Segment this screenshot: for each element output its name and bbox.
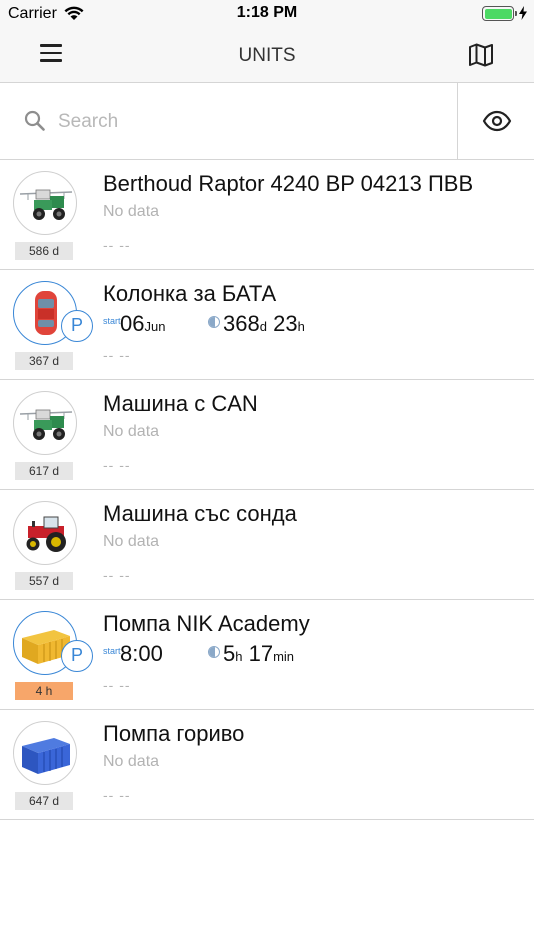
start-value: 06Jun bbox=[120, 311, 166, 336]
last-message-age-badge: 367 d bbox=[15, 352, 73, 370]
unit-name: Машина със сонда bbox=[103, 501, 297, 526]
unit-location: -- -- bbox=[103, 347, 131, 363]
search-icon bbox=[24, 110, 45, 131]
clock: 1:18 PM bbox=[236, 4, 298, 21]
unit-location: -- -- bbox=[103, 457, 131, 473]
start-label: start bbox=[103, 316, 121, 326]
unit-row[interactable]: 647 d Помпа гориво No data -- -- bbox=[0, 710, 534, 820]
status-bar: Carrier 1:18 PM bbox=[0, 0, 534, 28]
page-title: UNITS bbox=[238, 45, 296, 66]
duration-icon bbox=[208, 316, 220, 328]
unit-name: Колонка за БАТА bbox=[103, 281, 277, 306]
start-unit: Jun bbox=[144, 319, 166, 334]
unit-row[interactable]: P 367 d Колонка за БАТА start 06Jun 368d… bbox=[0, 270, 534, 380]
unit-name: Помпа гориво bbox=[103, 721, 245, 746]
battery-icon bbox=[482, 6, 514, 21]
unit-row[interactable]: 557 d Машина със сонда No data -- -- bbox=[0, 490, 534, 600]
unit-avatar: P bbox=[13, 611, 93, 675]
last-message-age-badge: 557 d bbox=[15, 572, 73, 590]
duration-value: 368d 23h bbox=[223, 311, 305, 336]
last-message-age-badge: 647 d bbox=[15, 792, 73, 810]
last-message-age-badge: 586 d bbox=[15, 242, 73, 260]
parking-badge: P bbox=[61, 310, 93, 342]
map-icon[interactable] bbox=[468, 42, 494, 68]
hamburger-menu-icon[interactable] bbox=[40, 44, 64, 66]
unit-avatar: P bbox=[13, 281, 93, 345]
navigation-bar: UNITS bbox=[0, 28, 534, 83]
unit-status: No data bbox=[103, 753, 160, 770]
start-label: start bbox=[103, 646, 121, 656]
container-blue-icon bbox=[22, 738, 70, 774]
unit-location: -- -- bbox=[103, 787, 131, 803]
tractor-icon bbox=[26, 516, 66, 552]
unit-name: Машина с CAN bbox=[103, 391, 258, 416]
unit-status: No data bbox=[103, 203, 160, 220]
start-value: 8:00 bbox=[120, 641, 163, 666]
parking-badge: P bbox=[61, 640, 93, 672]
sprayer-icon bbox=[19, 189, 73, 220]
charging-bolt-icon bbox=[519, 6, 527, 20]
unit-name: Помпа NIK Academy bbox=[103, 611, 310, 636]
visibility-toggle-button[interactable] bbox=[457, 83, 534, 159]
unit-avatar bbox=[13, 501, 77, 565]
battery-cap bbox=[515, 11, 517, 16]
unit-location: -- -- bbox=[103, 567, 131, 583]
eye-icon bbox=[482, 110, 512, 132]
unit-avatar bbox=[13, 171, 77, 235]
unit-row[interactable]: 617 d Машина с CAN No data -- -- bbox=[0, 380, 534, 490]
search-bar bbox=[0, 83, 534, 160]
unit-status: No data bbox=[103, 423, 160, 440]
duration-icon bbox=[208, 646, 220, 658]
unit-avatar bbox=[13, 721, 77, 785]
unit-status: No data bbox=[103, 533, 160, 550]
unit-row[interactable]: 586 d Berthoud Raptor 4240 BP 04213 ПВВ … bbox=[0, 160, 534, 270]
duration-value: 5h 17min bbox=[223, 641, 295, 666]
search-input[interactable] bbox=[58, 107, 438, 137]
unit-location: -- -- bbox=[103, 237, 131, 253]
sprayer-icon bbox=[19, 409, 73, 440]
last-message-age-badge: 4 h bbox=[15, 682, 73, 700]
unit-location: -- -- bbox=[103, 677, 131, 693]
unit-list: 586 d Berthoud Raptor 4240 BP 04213 ПВВ … bbox=[0, 160, 534, 820]
unit-name: Berthoud Raptor 4240 BP 04213 ПВВ bbox=[103, 171, 474, 196]
unit-row[interactable]: P 4 h Помпа NIK Academy start 8:00 5h 17… bbox=[0, 600, 534, 710]
last-message-age-badge: 617 d bbox=[15, 462, 73, 480]
unit-avatar bbox=[13, 391, 77, 455]
